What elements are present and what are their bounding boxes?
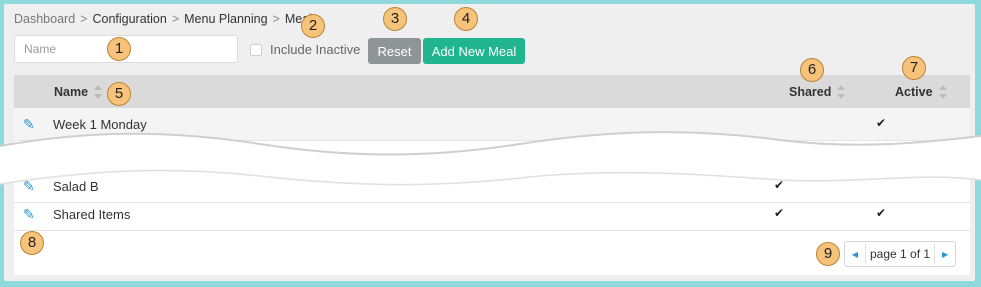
breadcrumb-separator: > [171, 12, 180, 26]
pencil-icon[interactable]: ✎ [23, 206, 39, 222]
sort-icon[interactable] [94, 85, 103, 99]
callout-8: 8 [20, 231, 44, 255]
column-name-header[interactable]: Name [54, 85, 103, 99]
column-name-label: Name [54, 85, 89, 99]
callout-7: 7 [902, 56, 926, 80]
breadcrumb: Dashboard > Configuration > Menu Planning > Me… [14, 12, 318, 26]
next-page-icon[interactable]: ▶ [935, 243, 955, 265]
breadcrumb-separator: > [272, 12, 280, 26]
reset-button[interactable]: Reset [368, 38, 421, 64]
table-row[interactable]: ✎ Shared Items ✔ ✔ [14, 198, 970, 231]
breadcrumb-dashboard[interactable]: Dashboard [14, 12, 75, 26]
callout-6: 6 [800, 58, 824, 82]
callout-1: 1 [107, 37, 131, 61]
meal-name: Shared Items [53, 207, 131, 222]
column-shared-label: Shared [789, 85, 832, 99]
pagination: ◀ page 1 of 1 ▶ [844, 241, 957, 267]
page-indicator: page 1 of 1 [865, 243, 936, 265]
breadcrumb-separator: > [80, 12, 88, 26]
active-check-icon: ✔ [876, 206, 887, 220]
table-header: Name Shared Active [14, 75, 970, 108]
shared-check-icon: ✔ [774, 206, 785, 220]
callout-2: 2 [301, 14, 325, 38]
callout-5: 5 [107, 82, 131, 106]
include-inactive-label: Include Inactive [270, 42, 361, 57]
breadcrumb-menu-planning[interactable]: Menu Planning [184, 12, 267, 26]
include-inactive-checkbox[interactable] [250, 43, 262, 56]
previous-page-icon[interactable]: ◀ [845, 243, 865, 265]
sort-icon[interactable] [837, 85, 846, 99]
callout-4: 4 [454, 7, 478, 31]
column-active-label: Active [895, 85, 933, 99]
add-new-meal-button[interactable]: Add New Meal [423, 38, 525, 64]
column-shared-header[interactable]: Shared [789, 85, 846, 99]
column-active-header[interactable]: Active [895, 85, 947, 99]
callout-9: 9 [816, 242, 840, 266]
callout-3: 3 [383, 7, 407, 31]
include-inactive-toggle[interactable]: Include Inactive [250, 42, 360, 57]
sort-icon[interactable] [938, 85, 947, 99]
torn-edge-divider [0, 131, 981, 186]
breadcrumb-configuration[interactable]: Configuration [92, 12, 166, 26]
